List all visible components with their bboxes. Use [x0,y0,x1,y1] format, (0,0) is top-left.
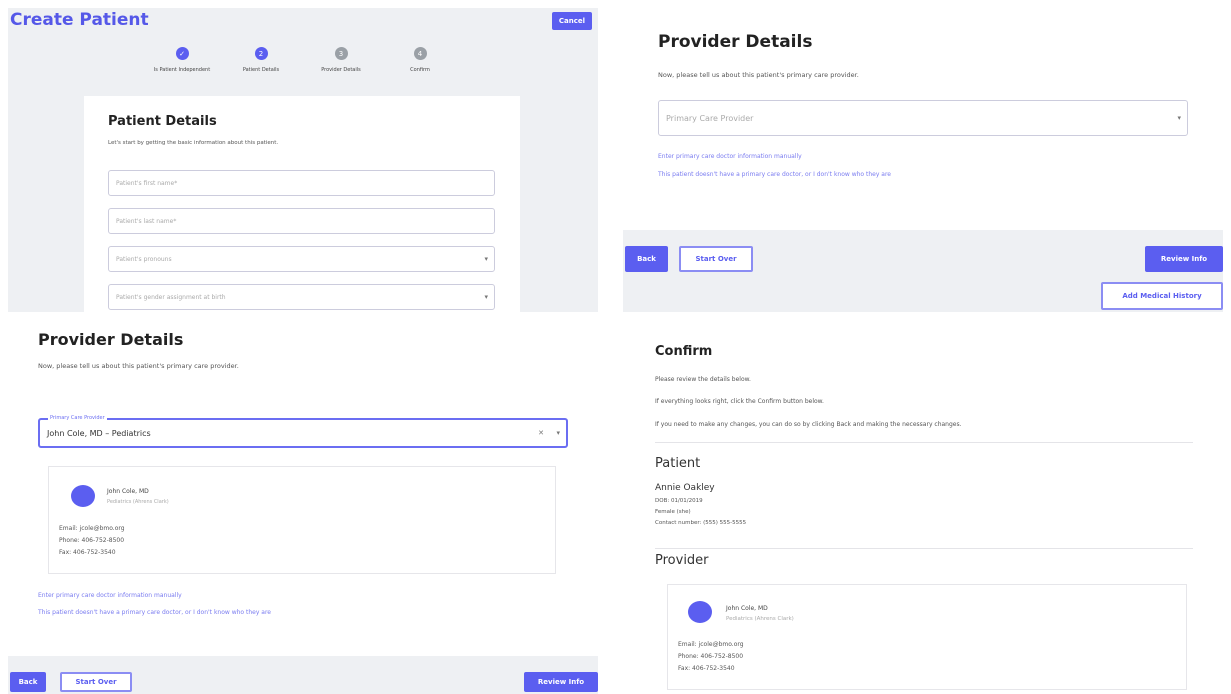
chevron-down-icon: ▾ [556,429,560,437]
field-placeholder: Patient's pronouns [116,255,172,263]
select-placeholder: Primary Care Provider [666,113,754,123]
step-pending-icon: 4 [413,47,427,60]
provider-specialty: Pediatrics (Ahrens Clark) [107,499,169,505]
confirm-line-1: Please review the details below. [655,376,751,383]
enter-manually-link[interactable]: Enter primary care doctor information ma… [38,592,182,599]
patient-contact: Contact number: (555) 555-5555 [655,520,747,526]
no-doctor-link[interactable]: This patient doesn't have a primary care… [658,171,891,178]
select-value: John Cole, MD – Pediatrics [47,428,151,438]
avatar [688,601,712,623]
card-title: Patient Details [108,114,217,129]
step-label: Patient Details [242,67,280,73]
step-label: Provider Details [321,67,361,73]
back-button[interactable]: Back [625,246,668,272]
divider [655,442,1193,443]
review-info-button[interactable]: Review Info [1145,246,1223,272]
step-patient-details[interactable]: 2 Patient Details [221,47,301,73]
select-floating-label: Primary Care Provider [48,415,107,421]
provider-email: Email: jcole@bmo.org [59,525,125,532]
provider-details-empty-panel: Provider Details Now, please tell us abo… [623,8,1223,312]
provider-details-card: Provider Details Now, please tell us abo… [623,8,1223,230]
provider-name: John Cole, MD [726,605,768,612]
enter-manually-link[interactable]: Enter primary care doctor information ma… [658,153,802,160]
provider-fax: Fax: 406-752-3540 [59,549,116,556]
first-name-field[interactable]: Patient's first name* [108,170,495,196]
field-placeholder: Patient's last name* [116,217,177,225]
patient-gender: Female (she) [655,509,691,515]
review-info-button[interactable]: Review Info [524,672,598,692]
provider-phone: Phone: 406-752-8500 [59,537,125,544]
step-confirm[interactable]: 4 Confirm [380,47,460,73]
step-is-patient-independent[interactable]: ✓ Is Patient Independent [142,47,222,73]
step-current-icon: 2 [254,47,268,60]
clear-icon[interactable]: ✕ [538,429,544,437]
last-name-field[interactable]: Patient's last name* [108,208,495,234]
card-intro: Now, please tell us about this patient's… [658,71,859,79]
chevron-down-icon: ▾ [1177,114,1181,122]
provider-email: Email: jcole@bmo.org [678,641,744,648]
pronouns-select[interactable]: Patient's pronouns ▾ [108,246,495,272]
provider-specialty: Pediatrics (Ahrens Clark) [726,616,794,622]
no-doctor-link[interactable]: This patient doesn't have a primary care… [38,609,271,616]
provider-details-selected-panel: Provider Details Now, please tell us abo… [8,318,598,694]
confirm-line-3: If you need to make any changes, you can… [655,421,962,428]
back-button[interactable]: Back [10,672,46,692]
step-pending-icon: 3 [334,47,348,60]
provider-heading: Provider [655,553,709,568]
primary-care-provider-select[interactable]: Primary Care Provider ▾ [658,100,1188,136]
check-icon: ✓ [175,47,189,60]
chevron-down-icon: ▾ [484,293,488,301]
page-title: Create Patient [10,10,149,30]
card-title: Provider Details [658,32,813,52]
step-provider-details[interactable]: 3 Provider Details [301,47,381,73]
provider-phone: Phone: 406-752-8500 [678,653,744,660]
add-medical-history-button[interactable]: Add Medical History [1101,282,1223,310]
confirm-title: Confirm [655,344,713,359]
gender-at-birth-select[interactable]: Patient's gender assignment at birth ▾ [108,284,495,310]
start-over-button[interactable]: Start Over [679,246,753,272]
cancel-button[interactable]: Cancel [552,12,592,30]
patient-details-card: Patient Details Let's start by getting t… [84,96,520,312]
confirm-line-2: If everything looks right, click the Con… [655,398,824,405]
provider-fax: Fax: 406-752-3540 [678,665,735,672]
provider-info-card: John Cole, MD Pediatrics (Ahrens Clark) … [48,466,556,574]
patient-dob: DOB: 01/01/2019 [655,498,703,504]
confirm-panel: Confirm Please review the details below.… [623,318,1223,694]
primary-care-provider-select[interactable]: Primary Care Provider John Cole, MD – Pe… [38,415,568,448]
field-placeholder: Patient's gender assignment at birth [116,293,226,301]
card-intro: Let's start by getting the basic informa… [108,140,279,146]
patient-name: Annie Oakley [655,483,715,493]
field-placeholder: Patient's first name* [116,179,178,187]
divider [655,548,1193,549]
create-patient-panel: Create Patient Cancel ✓ Is Patient Indep… [8,8,598,312]
avatar [71,485,95,507]
step-label: Is Patient Independent [153,67,211,73]
card-intro: Now, please tell us about this patient's… [38,362,239,370]
card-title: Provider Details [38,330,184,349]
start-over-button[interactable]: Start Over [60,672,132,692]
step-label: Confirm [410,67,430,73]
provider-info-card: John Cole, MD Pediatrics (Ahrens Clark) … [667,584,1187,690]
patient-heading: Patient [655,456,701,471]
chevron-down-icon: ▾ [484,255,488,263]
provider-name: John Cole, MD [107,488,149,495]
